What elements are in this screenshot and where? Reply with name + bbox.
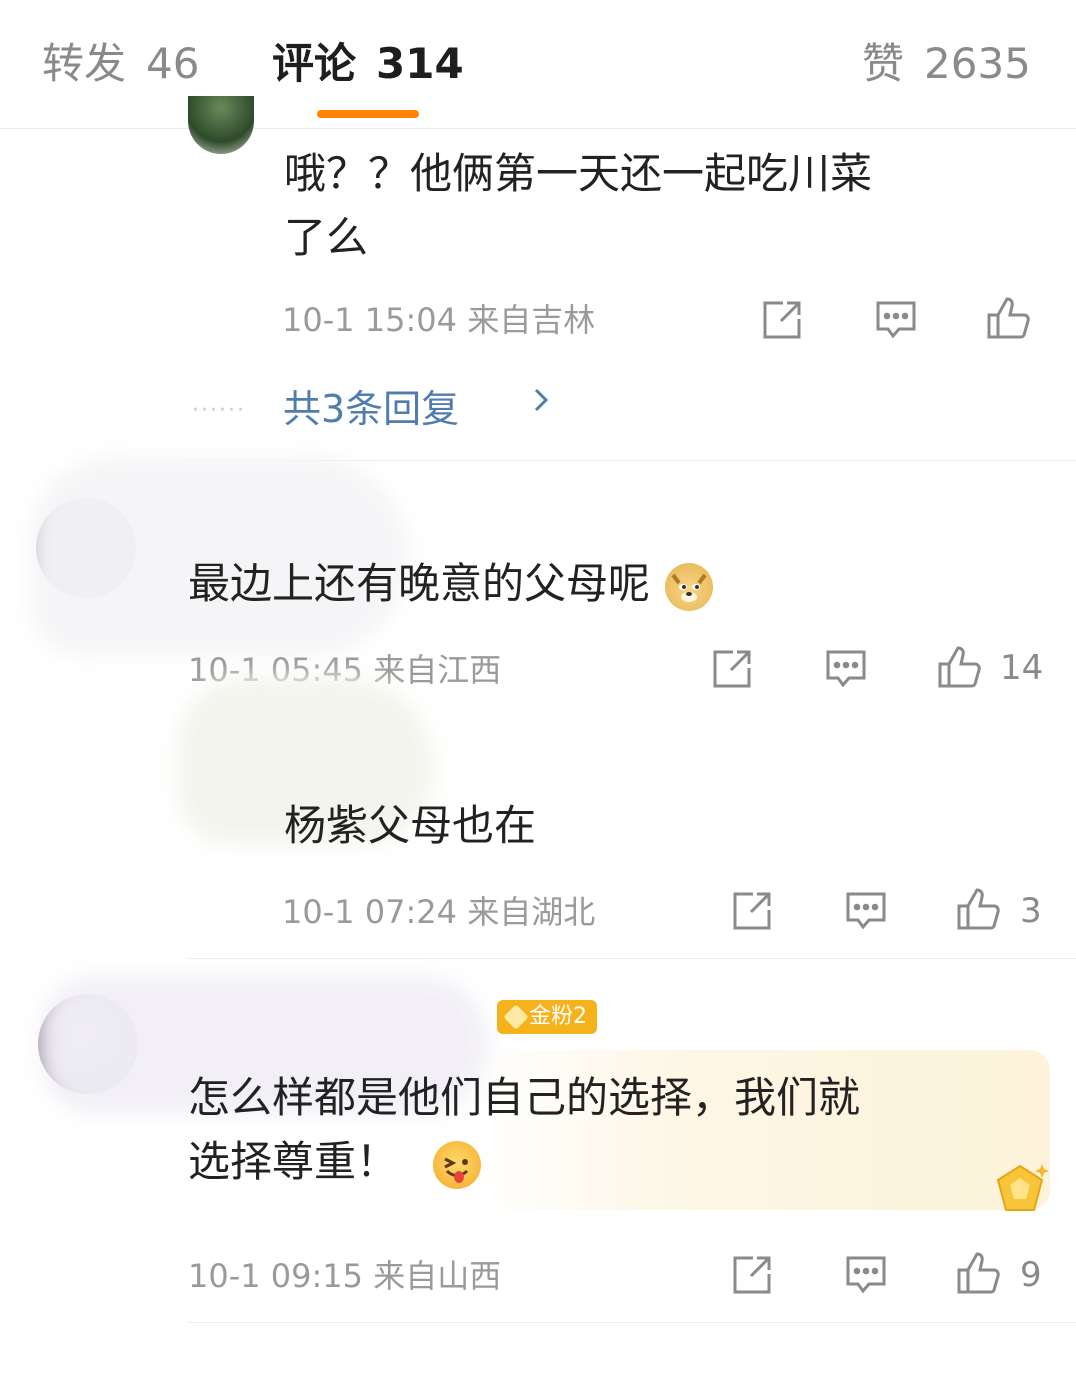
comment-text-line: 怎么样都是他们自己的选择，我们就: [188, 1073, 861, 1122]
tab-like[interactable]: 赞 2635: [862, 36, 1031, 92]
tab-repost-count: 46: [146, 39, 200, 88]
tab-comment-count: 314: [376, 39, 464, 88]
share-icon[interactable]: [729, 888, 775, 934]
like-icon[interactable]: [936, 644, 982, 690]
divider: [188, 958, 1076, 959]
like-icon[interactable]: [955, 886, 1001, 932]
comment-text: 哦？？他俩第一天还一起吃川菜 了么: [284, 142, 872, 270]
comment-icon[interactable]: [843, 888, 889, 934]
gem-icon: [503, 1004, 529, 1030]
share-icon[interactable]: [759, 297, 805, 343]
tab-repost-label: 转发: [42, 39, 127, 88]
like-count: 14: [1000, 648, 1044, 688]
tongue-out-emoji: [433, 1140, 482, 1189]
like-icon[interactable]: [985, 295, 1031, 341]
more-replies-label: 共3条回复: [283, 387, 460, 431]
like-icon[interactable]: [955, 1250, 1001, 1296]
avatar[interactable]: [188, 96, 254, 154]
comment-text-line: 哦？？他俩第一天还一起吃川菜: [284, 149, 873, 198]
fan-level-label: 金粉2: [529, 1004, 587, 1029]
comment-icon[interactable]: [823, 646, 869, 692]
comment-text-line: 选择尊重！: [188, 1137, 399, 1186]
share-icon[interactable]: [729, 1252, 775, 1298]
comment-text: 怎么样都是他们自己的选择，我们就 选择尊重！: [188, 1066, 860, 1194]
like-count: 3: [1020, 891, 1042, 931]
fan-level-badge[interactable]: 金粉2: [497, 1000, 597, 1034]
comment-meta: 10-1 07:24 来自湖北: [282, 893, 596, 931]
like-count: 9: [1020, 1255, 1042, 1295]
active-tab-indicator: [317, 110, 419, 118]
more-replies-link[interactable]: 共3条回复: [283, 378, 459, 433]
comment-text-line: 了么: [284, 213, 369, 262]
comment-icon[interactable]: [843, 1252, 889, 1298]
comment-meta: 10-1 15:04 来自吉林: [282, 301, 596, 339]
chevron-right-icon[interactable]: [532, 378, 552, 431]
thread-dots: ······: [192, 398, 246, 423]
tab-comment[interactable]: 评论 314: [272, 36, 464, 92]
tab-repost[interactable]: 转发 46: [42, 36, 199, 92]
comment-text-line: 杨紫父母也在: [284, 801, 537, 850]
comment-text: 最边上还有晚意的父母呢: [188, 552, 714, 616]
comment-text: 杨紫父母也在: [284, 794, 536, 858]
tab-comment-label: 评论: [272, 39, 357, 88]
doge-emoji: [665, 562, 714, 611]
comment-text-line: 最边上还有晚意的父母呢: [188, 559, 651, 608]
tab-like-label: 赞: [862, 39, 905, 88]
share-icon[interactable]: [709, 646, 755, 692]
comment-meta: 10-1 09:15 来自山西: [188, 1257, 502, 1295]
divider: [188, 1322, 1076, 1323]
tab-bar: 转发 46 评论 314 赞 2635: [0, 0, 1076, 129]
comment-icon[interactable]: [873, 297, 919, 343]
vip-crown-icon: [988, 1160, 1052, 1216]
tab-like-count: 2635: [924, 39, 1031, 88]
